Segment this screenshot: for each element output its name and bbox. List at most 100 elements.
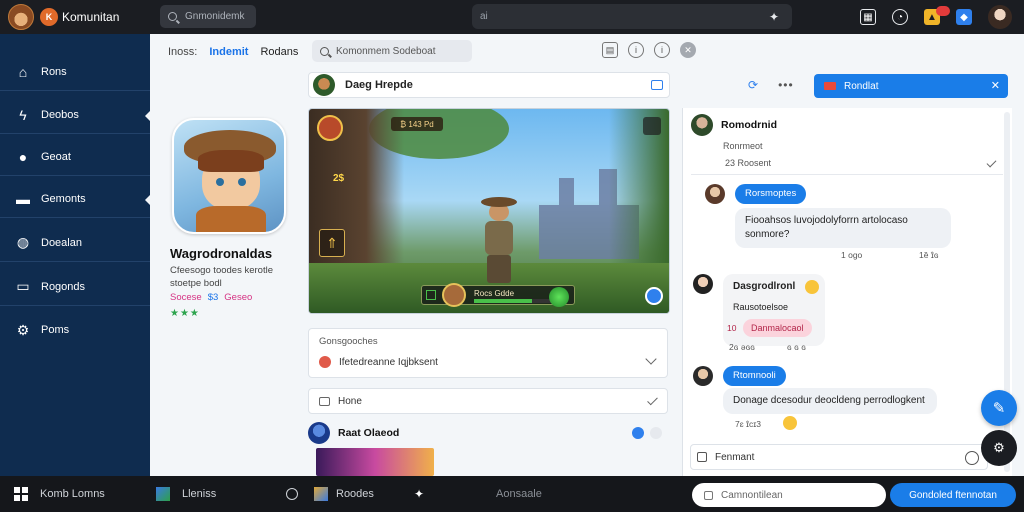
notification-badge xyxy=(936,6,950,16)
taskbar-item-roodes[interactable]: Roodes xyxy=(286,476,374,512)
pin-icon[interactable]: ✦ xyxy=(766,9,782,25)
taskbar-item-label: Aonsaale xyxy=(496,488,542,500)
taskbar-item-lleniss[interactable]: Lleniss xyxy=(156,476,216,512)
message-tag[interactable]: Danmalocaol xyxy=(743,319,812,337)
taskbar-item-aonsaale[interactable]: ✦ Aonsaale xyxy=(414,476,542,512)
help-icon[interactable]: i xyxy=(654,42,670,58)
profile-name: Wagrodronaldas xyxy=(170,246,273,261)
hud-bar-fill xyxy=(474,299,532,303)
chat-header-button[interactable]: Rondlat ✕ xyxy=(814,74,1008,98)
hud-orb-icon[interactable] xyxy=(549,287,569,307)
user-avatar[interactable] xyxy=(988,5,1012,29)
emoji-picker-icon[interactable] xyxy=(965,451,979,465)
profile-stat: Socese xyxy=(170,292,202,303)
sidebar-item-geoat[interactable]: ● Geoat xyxy=(0,138,150,176)
game-title: Daeg Hrepde xyxy=(345,79,413,91)
taskbar-item-start[interactable]: Komb Lomns xyxy=(14,476,105,512)
close-icon[interactable]: ✕ xyxy=(680,42,696,58)
content-search-input[interactable]: Komonmem Sodeboat xyxy=(312,40,472,62)
refresh-icon[interactable]: ⟳ xyxy=(748,78,758,92)
calendar-icon[interactable]: ▤ xyxy=(602,42,618,58)
tag-number: 10 xyxy=(727,323,737,333)
game-title-card[interactable]: Daeg Hrepde xyxy=(308,72,670,98)
message-author-pill[interactable]: Rtomnooli xyxy=(723,366,786,386)
thread-avatar[interactable] xyxy=(691,114,713,136)
divider xyxy=(691,174,1003,175)
feed-thumbnail[interactable] xyxy=(316,448,434,476)
sidebar-item-deobos[interactable]: ϟ Deobos xyxy=(0,96,151,134)
message-composer-input[interactable]: Fenmant xyxy=(690,444,988,470)
sidebar-item-poms[interactable]: ⚙ Poms xyxy=(0,311,150,349)
breadcrumb-item[interactable]: Rodans xyxy=(260,46,298,58)
message-avatar[interactable] xyxy=(693,274,713,294)
search-icon xyxy=(168,12,177,21)
breadcrumb-item[interactable]: Inoss: xyxy=(168,46,197,58)
global-search-input[interactable]: Gnmonidemk xyxy=(160,5,256,28)
hide-card-label: Hone xyxy=(338,395,362,407)
command-bar-placeholder: ai xyxy=(480,11,488,22)
info-icon[interactable]: i xyxy=(628,42,644,58)
sidebar-item-gemonts[interactable]: ▬ Gemonts xyxy=(0,180,151,218)
taskbar-item-label: Lleniss xyxy=(182,488,217,500)
message-composer-placeholder: Fenmant xyxy=(715,451,755,463)
message-time: 1 ogo xyxy=(841,250,863,260)
message-author-pill[interactable]: Rorsmoptes xyxy=(735,184,807,204)
message-time: 2ɢ ǝɢɢ xyxy=(729,342,756,352)
attach-icon[interactable] xyxy=(697,452,707,462)
quest-item[interactable]: Ifetedreanne Iqjbksent xyxy=(319,356,657,368)
taskbar-compose-input[interactable]: Camnontilean xyxy=(692,483,886,507)
sidebar-item-label: Rons xyxy=(41,65,67,78)
taskbar-item-label: Komb Lomns xyxy=(40,488,105,500)
feed-author[interactable]: Raat Olaeod xyxy=(338,427,399,439)
top-icons: ▦ ◔ ▲ ◆ xyxy=(860,5,1012,29)
command-bar-input[interactable]: ai ✦ xyxy=(472,4,792,29)
message-bubble: Fiooahsos luvojodolyforrn artolocaso son… xyxy=(735,208,951,248)
hud-menu-icon[interactable] xyxy=(643,117,661,135)
more-options-icon[interactable]: ••• xyxy=(778,78,794,92)
hero-legs xyxy=(487,255,511,283)
settings-fab[interactable]: ⚙ xyxy=(981,430,1017,466)
taskbar-compose-placeholder: Camnontilean xyxy=(721,489,783,501)
blue-app-icon[interactable]: ◆ xyxy=(956,9,972,25)
sidebar-item-doealan[interactable]: ◍ Doealan xyxy=(0,224,150,262)
breadcrumb-item-active[interactable]: Indemit xyxy=(209,46,248,58)
new-message-fab[interactable]: ✎ xyxy=(981,390,1017,426)
quest-item-label: Ifetedreanne Iqjbksent xyxy=(339,356,438,368)
game-hero xyxy=(477,197,521,285)
chat-toolbar: ⟳ ••• xyxy=(748,78,794,92)
sidebar-item-rons[interactable]: ⌂ Rons xyxy=(0,53,150,91)
check-icon xyxy=(986,157,997,168)
content-search-placeholder: Komonmem Sodeboat xyxy=(336,45,436,57)
sidebar-item-label: Doealan xyxy=(41,236,82,249)
hud-action-icon[interactable] xyxy=(645,287,663,305)
mascot-icon xyxy=(8,4,34,30)
check-icon[interactable] xyxy=(647,394,658,406)
gold-badge-icon[interactable]: ▲ xyxy=(924,6,950,25)
search-icon xyxy=(320,46,329,56)
message-avatar[interactable] xyxy=(705,184,725,204)
hud-emblem-icon[interactable] xyxy=(317,115,343,141)
message-avatar[interactable] xyxy=(693,366,713,386)
taskbar-action-button[interactable]: Gondoled ftennotan xyxy=(890,483,1016,507)
hud-upgrade-icon[interactable]: ⇑ xyxy=(319,229,345,257)
windows-icon xyxy=(14,487,28,501)
close-icon[interactable]: ✕ xyxy=(991,79,1000,92)
feed-avatar[interactable] xyxy=(308,422,330,444)
more-icon[interactable] xyxy=(650,427,662,439)
app-logo[interactable]: K Komunitan xyxy=(8,4,119,30)
message-time: 1ȅ ɪ̂ɢ xyxy=(919,250,939,260)
grid-icon[interactable]: ▦ xyxy=(860,9,876,25)
game-screenshot[interactable]: ₿ 143 Pd 2$ ⇑ Rocs Gdde xyxy=(308,108,670,314)
game-avatar xyxy=(313,74,335,96)
sidebar-item-label: Geoat xyxy=(41,150,71,163)
avatar-scarf xyxy=(196,206,266,232)
hide-card[interactable]: Hone xyxy=(308,388,668,414)
quest-card[interactable]: Gonsgooches Ifetedreanne Iqjbksent xyxy=(308,328,668,378)
message-title: Dasgrodlronl xyxy=(733,281,796,292)
profile-avatar[interactable] xyxy=(172,118,286,234)
sidebar-item-rogonds[interactable]: ▭ Rogonds xyxy=(0,268,150,306)
bolt-icon: ϟ xyxy=(19,106,27,123)
window-icon[interactable] xyxy=(651,80,663,90)
chat-icon[interactable]: ◔ xyxy=(892,9,908,25)
chat-panel: Romodrnid Ronrmeot 23 Roosent Rorsmoptes… xyxy=(682,108,1012,476)
